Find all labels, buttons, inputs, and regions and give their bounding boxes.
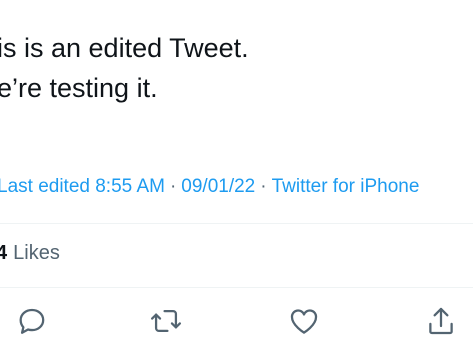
last-edited-link[interactable]: Last edited 8:55 AM — [0, 176, 165, 197]
share-icon — [429, 307, 453, 335]
separator-dot: · — [169, 176, 177, 197]
tweet-metadata: Last edited 8:55 AM · 09/01/22 · Twitter for… — [0, 176, 419, 198]
tweet-text-line-2: e’re testing it. — [0, 73, 158, 103]
retweet-button[interactable] — [146, 301, 186, 341]
tweet-source-link[interactable]: Twitter for iPhone — [272, 176, 420, 197]
like-icon — [290, 309, 318, 334]
separator-dot: · — [260, 176, 267, 197]
likes-count: 4 — [0, 242, 8, 264]
reply-button[interactable] — [12, 301, 52, 341]
likes-label: Likes — [13, 242, 60, 264]
tweet-text-line-1: is is an edited Tweet. — [0, 33, 249, 63]
tweet-action-bar — [0, 301, 473, 343]
likes-stat[interactable]: 4 Likes — [0, 242, 60, 265]
retweet-icon — [150, 309, 182, 333]
tweet-date-link[interactable]: 09/01/22 — [181, 176, 255, 197]
divider — [0, 223, 473, 224]
share-button[interactable] — [421, 301, 461, 341]
tweet-text: is is an edited Tweet. e’re testing it. — [0, 28, 473, 108]
divider — [0, 287, 473, 288]
reply-icon — [19, 308, 45, 334]
like-button[interactable] — [284, 301, 324, 341]
